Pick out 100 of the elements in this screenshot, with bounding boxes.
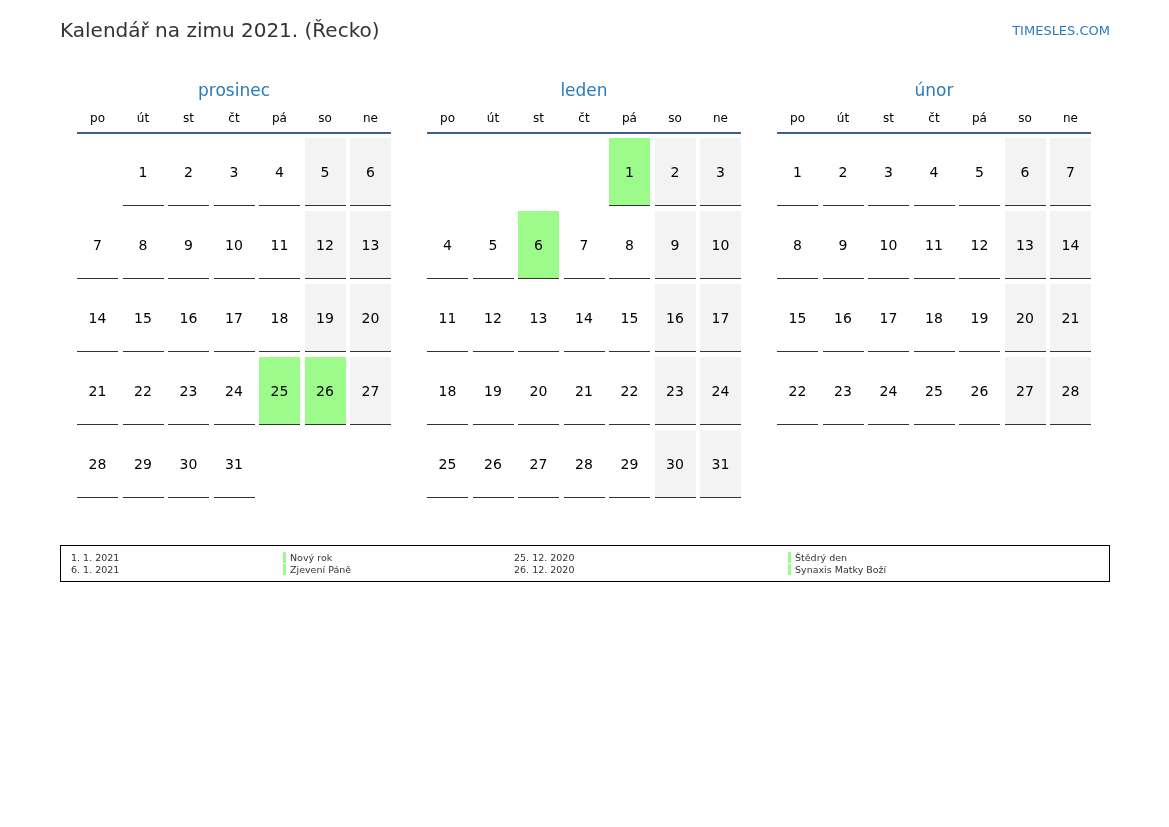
day-cell: 14 [77, 284, 118, 352]
day-cell: 19 [472, 357, 514, 425]
holiday-date: 26. 12. 2020 [514, 564, 576, 575]
day-cell: 17 [213, 284, 255, 352]
day-cell: 22 [609, 357, 650, 425]
holiday-date: 6. 1. 2021 [71, 564, 121, 575]
day-cell: 17 [700, 284, 741, 352]
day-cell: 13 [518, 284, 559, 352]
day-cell: 21 [563, 357, 605, 425]
day-cell: 27 [350, 357, 391, 425]
month-title: prosinec [197, 80, 271, 102]
day-cell: 15 [777, 284, 818, 352]
day-cell: 3 [868, 138, 909, 206]
day-cell: 20 [518, 357, 559, 425]
day-cell: 25 [913, 357, 955, 425]
weekday-label: po [789, 111, 806, 125]
day-cell: 1 [777, 138, 818, 206]
day-cell: 21 [1050, 284, 1091, 352]
day-cell: 27 [518, 430, 559, 498]
day-cell: 2 [654, 138, 696, 206]
day-cell: 8 [777, 211, 818, 279]
holiday-name: Zjevení Páně [283, 564, 514, 575]
month-title: únor [913, 80, 955, 102]
day-cell: 26 [959, 357, 1000, 425]
day-cell: 17 [868, 284, 909, 352]
day-cell: 20 [350, 284, 391, 352]
weekday-label: st [532, 111, 545, 125]
weekday-label: so [317, 111, 333, 125]
month-title: leden [559, 80, 609, 102]
day-cell: 4 [259, 138, 300, 206]
page-title: Kalendář na zimu 2021. (Řecko) [60, 18, 380, 42]
day-cell: 18 [913, 284, 955, 352]
day-cell: 29 [609, 430, 650, 498]
day-cell: 9 [654, 211, 696, 279]
day-cell: 13 [350, 211, 391, 279]
day-cell: 28 [1050, 357, 1091, 425]
holiday-name: Nový rok [283, 552, 514, 563]
day-cell: 14 [563, 284, 605, 352]
day-cell: 8 [609, 211, 650, 279]
day-cell: 16 [654, 284, 696, 352]
day-cell: 28 [77, 430, 118, 498]
day-cell: 3 [213, 138, 255, 206]
day-cell: 25 [259, 357, 300, 425]
day-cell: 16 [168, 284, 209, 352]
weekday-label: út [485, 111, 501, 125]
day-cell: 3 [700, 138, 741, 206]
weekday-label: čt [227, 111, 241, 125]
day-cell: 10 [700, 211, 741, 279]
weekday-label: čt [927, 111, 941, 125]
day-cell: 6 [350, 138, 391, 206]
weekday-label: po [89, 111, 106, 125]
day-cell: 25 [427, 430, 468, 498]
day-cell: 26 [472, 430, 514, 498]
holiday-date: 1. 1. 2021 [71, 552, 121, 563]
site-link[interactable]: TIMESLES.COM [1012, 23, 1110, 38]
weekday-label: ne [1062, 111, 1079, 125]
day-cell: 7 [563, 211, 605, 279]
day-cell: 31 [700, 430, 741, 498]
day-cell: 7 [1050, 138, 1091, 206]
day-cell: 14 [1050, 211, 1091, 279]
day-cell: 9 [822, 211, 864, 279]
day-cell: 30 [654, 430, 696, 498]
weekday-label: st [182, 111, 195, 125]
weekday-label: po [439, 111, 456, 125]
day-cell: 1 [122, 138, 164, 206]
weekday-label: út [835, 111, 851, 125]
day-cell: 26 [304, 357, 346, 425]
weekday-label: st [882, 111, 895, 125]
day-cell: 6 [1004, 138, 1046, 206]
day-cell: 18 [427, 357, 468, 425]
day-cell: 10 [213, 211, 255, 279]
day-cell: 5 [472, 211, 514, 279]
weekday-label: so [1017, 111, 1033, 125]
day-cell: 23 [822, 357, 864, 425]
day-cell: 24 [213, 357, 255, 425]
day-cell: 19 [959, 284, 1000, 352]
day-cell: 15 [122, 284, 164, 352]
day-cell: 1 [609, 138, 650, 206]
day-cell: 13 [1004, 211, 1046, 279]
day-cell: 12 [472, 284, 514, 352]
holiday-date: 25. 12. 2020 [514, 552, 576, 563]
day-cell: 18 [259, 284, 300, 352]
day-cell: 22 [777, 357, 818, 425]
weekday-label: so [667, 111, 683, 125]
day-cell: 12 [959, 211, 1000, 279]
day-cell: 23 [654, 357, 696, 425]
day-cell: 31 [213, 430, 255, 498]
day-cell: 21 [77, 357, 118, 425]
day-cell: 8 [122, 211, 164, 279]
weekday-label: ne [362, 111, 379, 125]
day-cell: 16 [822, 284, 864, 352]
day-cell: 27 [1004, 357, 1046, 425]
day-cell: 29 [122, 430, 164, 498]
weekday-label: pá [621, 111, 638, 125]
weekday-label: pá [271, 111, 288, 125]
day-cell: 9 [168, 211, 209, 279]
day-cell: 6 [518, 211, 559, 279]
holiday-name: Štědrý den [788, 552, 1099, 563]
weekday-label: pá [971, 111, 988, 125]
day-cell: 5 [959, 138, 1000, 206]
